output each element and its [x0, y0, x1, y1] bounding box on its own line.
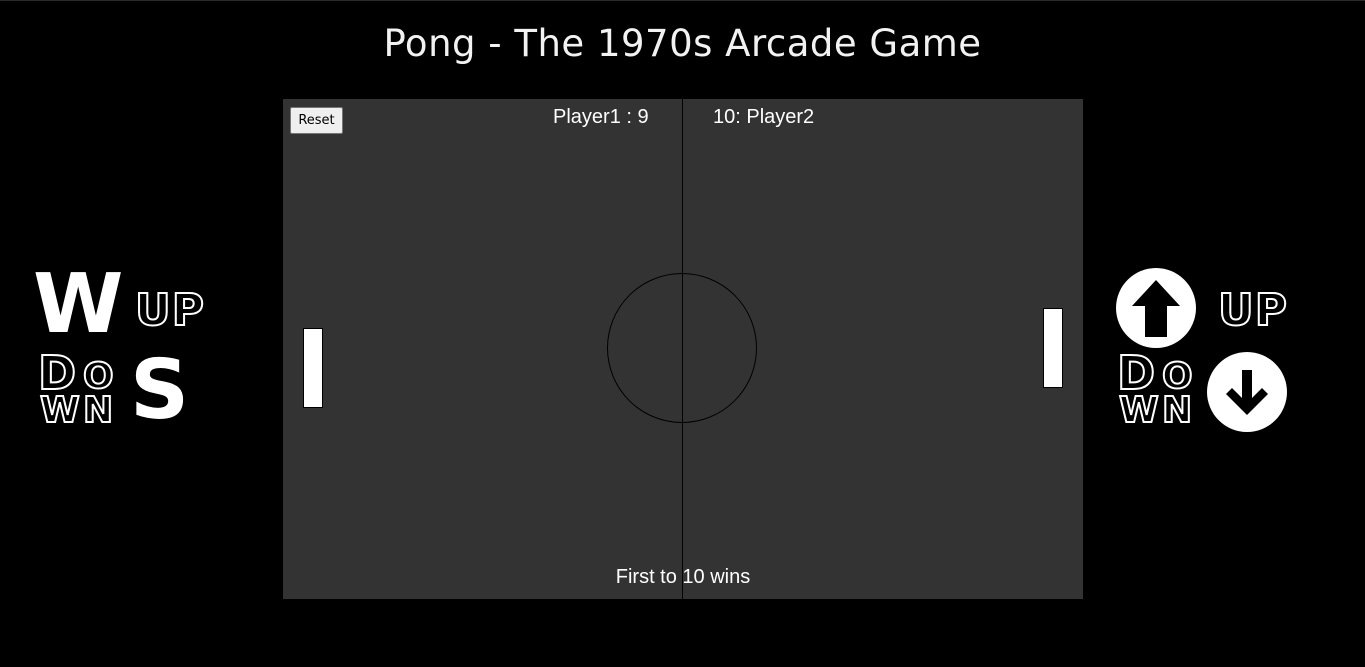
w-key-label: W — [33, 257, 124, 352]
player2-paddle — [1043, 308, 1063, 388]
page-title: Pong - The 1970s Arcade Game — [383, 22, 982, 65]
arrow-up-circle-icon — [1116, 268, 1196, 348]
down-label-n: N — [1161, 390, 1193, 431]
top-border — [0, 0, 1365, 1]
player1-paddle — [303, 328, 323, 408]
s-key-label: S — [130, 343, 190, 438]
player1-controls-legend: W UP D O W N S — [30, 262, 220, 442]
win-condition-text: First to 10 wins — [615, 566, 751, 588]
player1-score: Player1 : 9 — [553, 106, 649, 128]
up-label: UP — [134, 285, 205, 336]
up-label: UP — [1217, 285, 1288, 336]
down-label-w: W — [39, 390, 81, 431]
game-court[interactable]: Reset Player1 : 9 10: Player2 First to 1… — [283, 99, 1083, 599]
center-circle — [607, 273, 757, 423]
player2-controls-legend: UP D O W N — [1110, 262, 1300, 442]
down-label-n: N — [82, 390, 114, 431]
player2-score: 10: Player2 — [713, 106, 815, 128]
arrow-down-circle-icon — [1207, 352, 1287, 432]
reset-button[interactable]: Reset — [290, 107, 343, 134]
down-label-w: W — [1118, 390, 1160, 431]
